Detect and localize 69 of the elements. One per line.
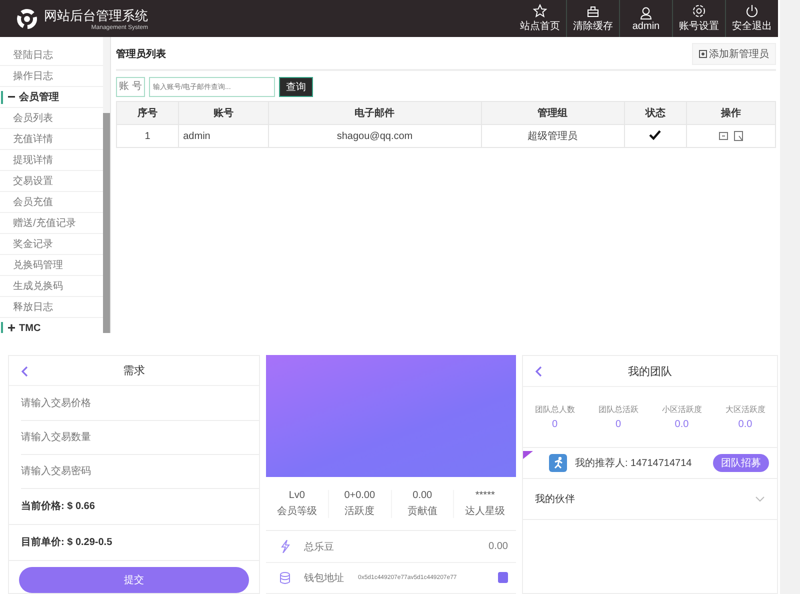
price-text: 目前单价: $ 0.29-0.5 xyxy=(9,525,259,562)
edit-icon[interactable] xyxy=(718,130,728,141)
row-label: 总乐豆 xyxy=(304,540,334,554)
nav-link[interactable]: 安全退出 xyxy=(725,0,778,37)
stat-label: 达人星级 xyxy=(464,504,506,518)
star-icon xyxy=(533,4,547,18)
plus-square-icon xyxy=(699,50,707,58)
stat-label: 大区活跃度 xyxy=(724,404,766,415)
scrollbar[interactable] xyxy=(103,37,110,333)
delete-icon[interactable] xyxy=(734,130,743,141)
stat-value: 0+0.00 xyxy=(343,490,376,501)
gear-icon xyxy=(692,4,706,18)
app-title: 网站后台管理系统 xyxy=(44,6,148,24)
column-header: 管理组 xyxy=(481,102,624,124)
column-header: 账号 xyxy=(178,102,268,124)
price-text: 当前价格: $ 0.66 xyxy=(9,489,259,526)
copy-icon[interactable] xyxy=(498,572,508,584)
column-header: 电子邮件 xyxy=(268,102,482,124)
table-cell: 1 xyxy=(116,124,179,148)
stat-value: 0 xyxy=(550,419,559,430)
recruit-button[interactable]: 团队招募 xyxy=(713,454,769,472)
stat-label: 会员等级 xyxy=(276,504,318,518)
stat-value: 0 xyxy=(614,419,622,430)
stat-value: ***** xyxy=(474,490,496,501)
active-marker xyxy=(1,322,3,333)
runner-icon xyxy=(549,454,567,472)
field-label: 账 号 xyxy=(116,77,145,97)
partners-row[interactable]: 我的伙伴 xyxy=(523,479,777,520)
corner-ribbon-icon xyxy=(523,451,533,459)
lightning-icon xyxy=(280,540,290,554)
table-cell: admin xyxy=(178,124,268,148)
stat-value: 0.00 xyxy=(412,490,434,501)
add-admin-button[interactable]: 添加新管理员 xyxy=(692,43,776,65)
stat-value: 0.0 xyxy=(674,419,690,430)
active-marker xyxy=(1,91,3,104)
back-icon[interactable] xyxy=(535,366,542,377)
power-icon xyxy=(745,4,759,18)
nav-link[interactable]: 清除缓存 xyxy=(566,0,619,37)
stat-label: 活跃度 xyxy=(344,504,376,518)
back-icon[interactable] xyxy=(21,366,28,377)
database-icon xyxy=(280,572,290,584)
column-header: 序号 xyxy=(116,102,179,124)
user-icon xyxy=(639,6,653,20)
nav-link[interactable]: 账号设置 xyxy=(672,0,725,37)
table-cell: 超级管理员 xyxy=(481,124,624,148)
row-value: 0.00 xyxy=(488,541,508,552)
stat-value: 0.0 xyxy=(737,419,754,430)
stat-label: 团队总人数 xyxy=(534,404,576,415)
card-title: 我的团队 xyxy=(628,364,672,378)
panel-title: 管理员列表 xyxy=(116,48,166,61)
card-title: 需求 xyxy=(123,364,145,378)
nav-link[interactable]: 站点首页 xyxy=(514,0,566,37)
submit-button[interactable]: 提交 xyxy=(19,567,249,593)
column-header: 状态 xyxy=(624,102,686,124)
referrer-text: 我的推荐人: 14714714714 xyxy=(575,456,692,470)
stat-value: Lv0 xyxy=(288,490,306,501)
stat-label: 小区活跃度 xyxy=(660,404,703,415)
basket-icon xyxy=(586,4,600,18)
logo-icon xyxy=(16,8,38,30)
stat-label: 贡献值 xyxy=(406,504,438,518)
sidebar-group[interactable]: TMC xyxy=(19,322,41,333)
stat-label: 团队总活跃 xyxy=(597,404,640,415)
row-label: 钱包地址 xyxy=(304,572,344,585)
nav-link[interactable]: admin xyxy=(619,0,672,37)
column-header: 操作 xyxy=(686,102,776,124)
scroll-thumb[interactable] xyxy=(103,113,110,333)
sidebar-group[interactable]: 会员管理 xyxy=(19,90,59,104)
search-button[interactable]: 查询 xyxy=(279,77,313,97)
table-cell: shagou@qq.com xyxy=(268,124,482,148)
